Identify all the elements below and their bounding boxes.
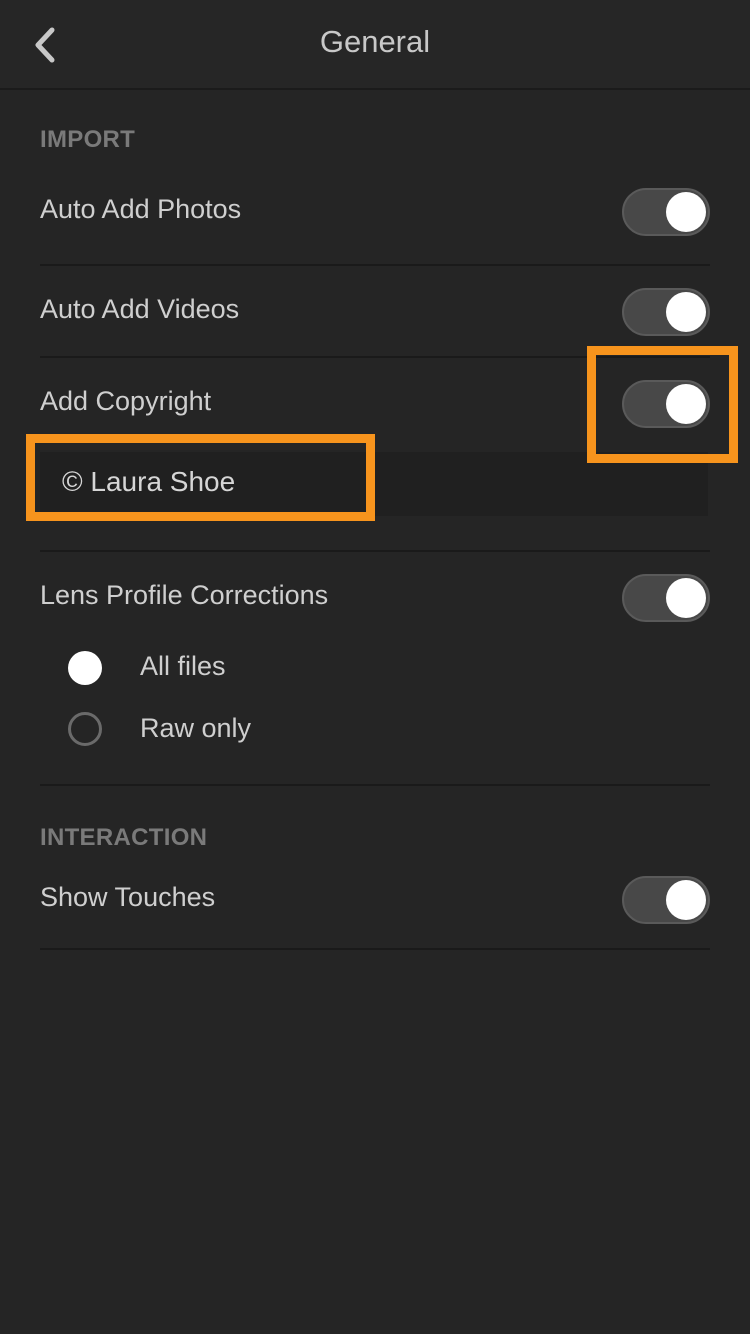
auto-add-videos-label: Auto Add Videos <box>40 294 240 324</box>
page-title: General <box>319 24 431 59</box>
divider <box>40 550 710 552</box>
divider <box>40 356 710 358</box>
lens-profile-toggle[interactable] <box>622 574 710 622</box>
toggle-knob <box>666 292 706 332</box>
divider <box>40 948 710 950</box>
radio-all-files-label[interactable]: All files <box>140 651 226 682</box>
auto-add-photos-label: Auto Add Photos <box>40 194 242 224</box>
section-header-import: IMPORT <box>40 126 136 153</box>
toggle-knob <box>666 192 706 232</box>
radio-all-files[interactable] <box>68 651 102 685</box>
auto-add-photos-toggle[interactable] <box>622 188 710 236</box>
divider <box>40 264 710 266</box>
radio-raw-only-label[interactable]: Raw only <box>140 713 251 744</box>
show-touches-toggle[interactable] <box>622 876 710 924</box>
toggle-knob <box>666 880 706 920</box>
nav-header: General <box>0 0 750 90</box>
toggle-knob <box>666 578 706 618</box>
auto-add-videos-toggle[interactable] <box>622 288 710 336</box>
copyright-value: © Laura Shoe <box>62 466 236 497</box>
divider <box>40 784 710 786</box>
lens-profile-label: Lens Profile Corrections <box>40 580 329 610</box>
copyright-input[interactable]: © Laura Shoe <box>40 452 708 516</box>
add-copyright-label: Add Copyright <box>40 386 212 416</box>
toggle-knob <box>666 384 706 424</box>
add-copyright-toggle[interactable] <box>622 380 710 428</box>
radio-raw-only[interactable] <box>68 712 102 746</box>
show-touches-label: Show Touches <box>40 882 216 912</box>
section-header-interaction: INTERACTION <box>40 824 208 851</box>
